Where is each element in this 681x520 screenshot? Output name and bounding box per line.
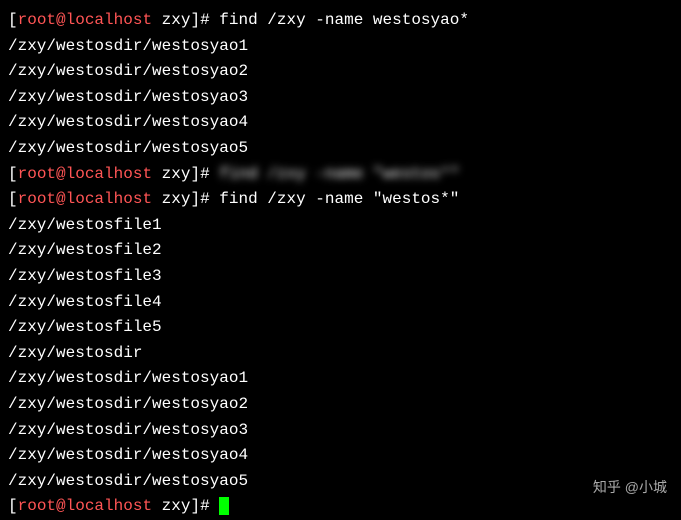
prompt-user: root <box>18 165 56 183</box>
terminal-line: /zxy/westosdir/westosyao4 <box>8 443 673 469</box>
watermark: 知乎 @小城 <box>593 476 667 498</box>
cursor <box>219 497 229 515</box>
prompt-close-bracket: ] <box>190 165 200 183</box>
terminal-line: /zxy/westosfile1 <box>8 213 673 239</box>
prompt-open-bracket: [ <box>8 497 18 515</box>
prompt-symbol: # <box>200 497 219 515</box>
prompt-dir: zxy <box>162 11 191 29</box>
output-text: /zxy/westosfile1 <box>8 216 162 234</box>
output-text: /zxy/westosdir/westosyao5 <box>8 472 248 490</box>
prompt-host: localhost <box>66 497 152 515</box>
prompt-sep <box>152 190 162 208</box>
output-text: /zxy/westosdir/westosyao1 <box>8 369 248 387</box>
terminal-line: /zxy/westosfile3 <box>8 264 673 290</box>
prompt-dir: zxy <box>162 190 191 208</box>
prompt-at: @ <box>56 165 66 183</box>
prompt-at: @ <box>56 11 66 29</box>
prompt-dir: zxy <box>162 165 191 183</box>
terminal-line: /zxy/westosdir/westosyao5 <box>8 469 673 495</box>
terminal-line: /zxy/westosfile4 <box>8 290 673 316</box>
output-text: /zxy/westosdir/westosyao1 <box>8 37 248 55</box>
prompt-host: localhost <box>66 190 152 208</box>
prompt-sep <box>152 165 162 183</box>
prompt-user: root <box>18 190 56 208</box>
output-text: /zxy/westosdir/westosyao4 <box>8 446 248 464</box>
prompt-open-bracket: [ <box>8 165 18 183</box>
output-text: /zxy/westosdir/westosyao3 <box>8 421 248 439</box>
command-text: find /zxy -name westosyao* <box>219 11 469 29</box>
prompt-sep <box>152 11 162 29</box>
terminal[interactable]: [root@localhost zxy]# find /zxy -name we… <box>8 8 673 520</box>
terminal-line: /zxy/westosdir <box>8 341 673 367</box>
command-text-blurred: find /zxy -name "westos*" <box>219 162 459 188</box>
output-text: /zxy/westosdir <box>8 344 142 362</box>
prompt-open-bracket: [ <box>8 190 18 208</box>
prompt-close-bracket: ] <box>190 497 200 515</box>
terminal-line: /zxy/westosdir/westosyao3 <box>8 418 673 444</box>
terminal-line: /zxy/westosdir/westosyao1 <box>8 34 673 60</box>
prompt-sep <box>152 497 162 515</box>
terminal-line: [root@localhost zxy]# find /zxy -name we… <box>8 8 673 34</box>
terminal-line: /zxy/westosdir/westosyao3 <box>8 85 673 111</box>
terminal-line: /zxy/westosfile5 <box>8 315 673 341</box>
command-text: find /zxy -name "westos*" <box>219 190 459 208</box>
prompt-at: @ <box>56 190 66 208</box>
terminal-line: [root@localhost zxy]# find /zxy -name "w… <box>8 162 673 188</box>
output-text: /zxy/westosfile5 <box>8 318 162 336</box>
output-text: /zxy/westosdir/westosyao2 <box>8 62 248 80</box>
prompt-at: @ <box>56 497 66 515</box>
prompt-open-bracket: [ <box>8 11 18 29</box>
prompt-symbol: # <box>200 11 219 29</box>
prompt-host: localhost <box>66 11 152 29</box>
terminal-line: /zxy/westosdir/westosyao2 <box>8 392 673 418</box>
terminal-line: /zxy/westosdir/westosyao4 <box>8 110 673 136</box>
output-text: /zxy/westosfile3 <box>8 267 162 285</box>
output-text: /zxy/westosfile4 <box>8 293 162 311</box>
prompt-user: root <box>18 11 56 29</box>
prompt-close-bracket: ] <box>190 190 200 208</box>
output-text: /zxy/westosfile2 <box>8 241 162 259</box>
prompt-host: localhost <box>66 165 152 183</box>
terminal-line: /zxy/westosfile2 <box>8 238 673 264</box>
output-text: /zxy/westosdir/westosyao4 <box>8 113 248 131</box>
prompt-close-bracket: ] <box>190 11 200 29</box>
terminal-line: /zxy/westosdir/westosyao2 <box>8 59 673 85</box>
prompt-symbol: # <box>200 190 219 208</box>
terminal-line: /zxy/westosdir/westosyao5 <box>8 136 673 162</box>
output-text: /zxy/westosdir/westosyao2 <box>8 395 248 413</box>
output-text: /zxy/westosdir/westosyao5 <box>8 139 248 157</box>
prompt-symbol: # <box>200 165 219 183</box>
terminal-line: [root@localhost zxy]# find /zxy -name "w… <box>8 187 673 213</box>
output-text: /zxy/westosdir/westosyao3 <box>8 88 248 106</box>
terminal-line: /zxy/westosdir/westosyao1 <box>8 366 673 392</box>
prompt-user: root <box>18 497 56 515</box>
prompt-dir: zxy <box>162 497 191 515</box>
terminal-line: [root@localhost zxy]# <box>8 494 673 520</box>
